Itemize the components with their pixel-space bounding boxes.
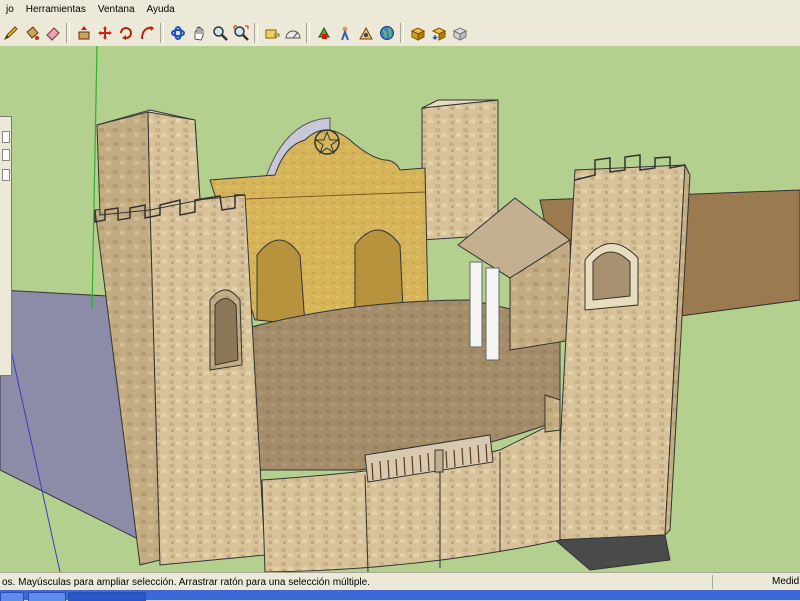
castle-model-scene [0, 46, 800, 572]
toolbar-separator [66, 23, 70, 43]
orbit-icon[interactable] [168, 23, 187, 43]
status-bar: os. Mayúsculas para ampliar selección. A… [0, 572, 800, 591]
windows-taskbar [0, 590, 800, 601]
paint-bucket-icon[interactable] [22, 23, 41, 43]
side-dialog-panel[interactable] [0, 116, 12, 376]
modeling-viewport[interactable] [0, 46, 800, 572]
globe-icon[interactable] [377, 23, 396, 43]
position-camera-icon[interactable] [335, 23, 354, 43]
pan-icon[interactable] [189, 23, 208, 43]
share-model-icon[interactable] [450, 23, 469, 43]
tray-button[interactable] [2, 131, 10, 143]
main-toolbar [0, 20, 800, 47]
pencil-icon[interactable] [1, 23, 20, 43]
walk-icon[interactable] [314, 23, 333, 43]
measurements-label: Medid [772, 576, 800, 587]
move-icon[interactable] [95, 23, 114, 43]
status-message: os. Mayúsculas para ampliar selección. A… [2, 576, 370, 588]
look-around-icon[interactable] [356, 23, 375, 43]
rotate-icon[interactable] [116, 23, 135, 43]
tape-measure-icon[interactable] [262, 23, 281, 43]
menu-bar: jo Herramientas Ventana Ayuda [0, 0, 800, 21]
toolbar-separator [400, 23, 404, 43]
status-separator [712, 575, 713, 589]
green-axis [91, 46, 98, 311]
menu-item-ayuda[interactable]: Ayuda [141, 0, 181, 20]
toolbar-separator [306, 23, 310, 43]
push-pull-icon[interactable] [74, 23, 93, 43]
tray-button[interactable] [2, 169, 10, 181]
zoom-icon[interactable] [210, 23, 229, 43]
menu-item-ventana[interactable]: Ventana [92, 0, 141, 20]
toolbar-separator [254, 23, 258, 43]
toolbar-separator [160, 23, 164, 43]
get-models-icon[interactable] [429, 23, 448, 43]
zoom-extents-icon[interactable] [231, 23, 250, 43]
menu-item-tools-cropped[interactable]: jo [0, 0, 20, 20]
menu-item-herramientas[interactable]: Herramientas [20, 0, 92, 20]
eraser-icon[interactable] [43, 23, 62, 43]
protractor-icon[interactable] [283, 23, 302, 43]
follow-me-icon[interactable] [137, 23, 156, 43]
components-icon[interactable] [408, 23, 427, 43]
tray-button[interactable] [2, 149, 10, 161]
